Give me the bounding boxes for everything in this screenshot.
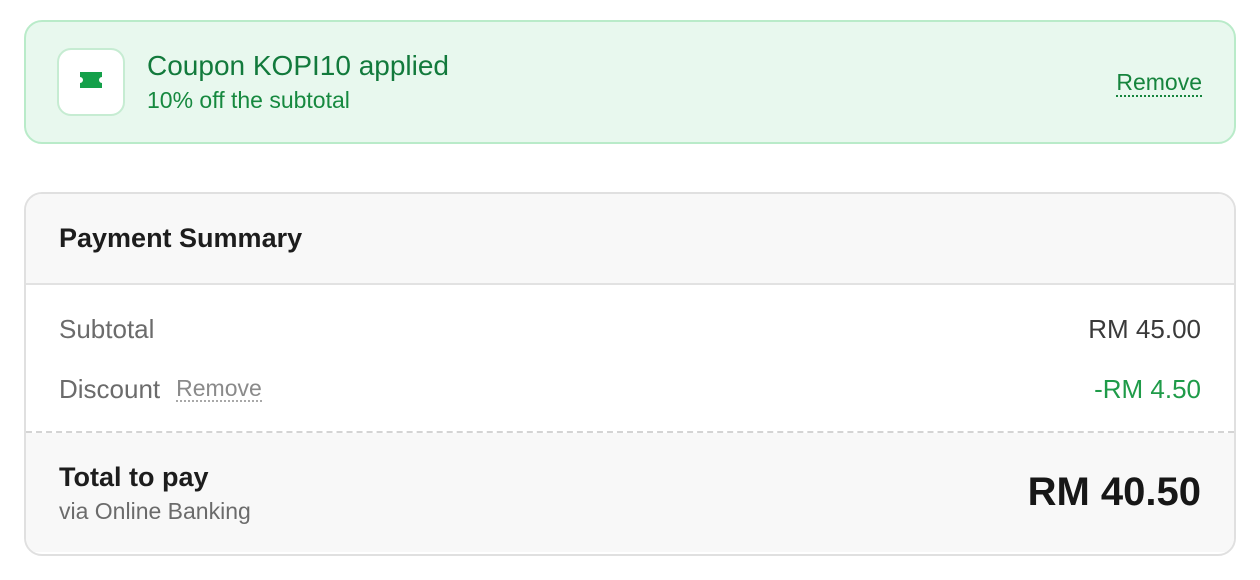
payment-method-label: via Online Banking xyxy=(59,497,251,524)
remove-discount-link[interactable]: Remove xyxy=(176,376,262,402)
payment-summary-lines: Subtotal RM 45.00 Discount Remove -RM 4.… xyxy=(26,285,1234,433)
ticket-icon xyxy=(78,69,104,96)
coupon-subtitle: 10% off the subtotal xyxy=(147,87,350,113)
payment-summary-card: Payment Summary Subtotal RM 45.00 Discou… xyxy=(24,192,1236,556)
coupon-title: Coupon KOPI10 applied xyxy=(147,50,449,81)
discount-row: Discount Remove -RM 4.50 xyxy=(59,369,1201,409)
payment-summary-header: Payment Summary xyxy=(26,194,1234,285)
payment-summary-title: Payment Summary xyxy=(59,223,303,253)
remove-coupon-link[interactable]: Remove xyxy=(1116,69,1202,97)
total-row: Total to pay via Online Banking RM 40.50 xyxy=(26,433,1234,552)
subtotal-label: Subtotal xyxy=(59,313,155,344)
coupon-text: Coupon KOPI10 applied 10% off the subtot… xyxy=(147,49,1116,115)
subtotal-value: RM 45.00 xyxy=(1088,313,1201,344)
discount-label: Discount xyxy=(59,373,161,404)
coupon-banner: Coupon KOPI10 applied 10% off the subtot… xyxy=(24,20,1236,144)
discount-label-group: Discount Remove xyxy=(59,374,262,405)
total-label-group: Total to pay via Online Banking xyxy=(59,460,251,526)
discount-value: -RM 4.50 xyxy=(1094,373,1201,404)
subtotal-row: Subtotal RM 45.00 xyxy=(59,309,1201,349)
total-amount: RM 40.50 xyxy=(1027,470,1201,514)
coupon-icon-container xyxy=(57,48,125,116)
total-label: Total to pay xyxy=(59,461,209,492)
